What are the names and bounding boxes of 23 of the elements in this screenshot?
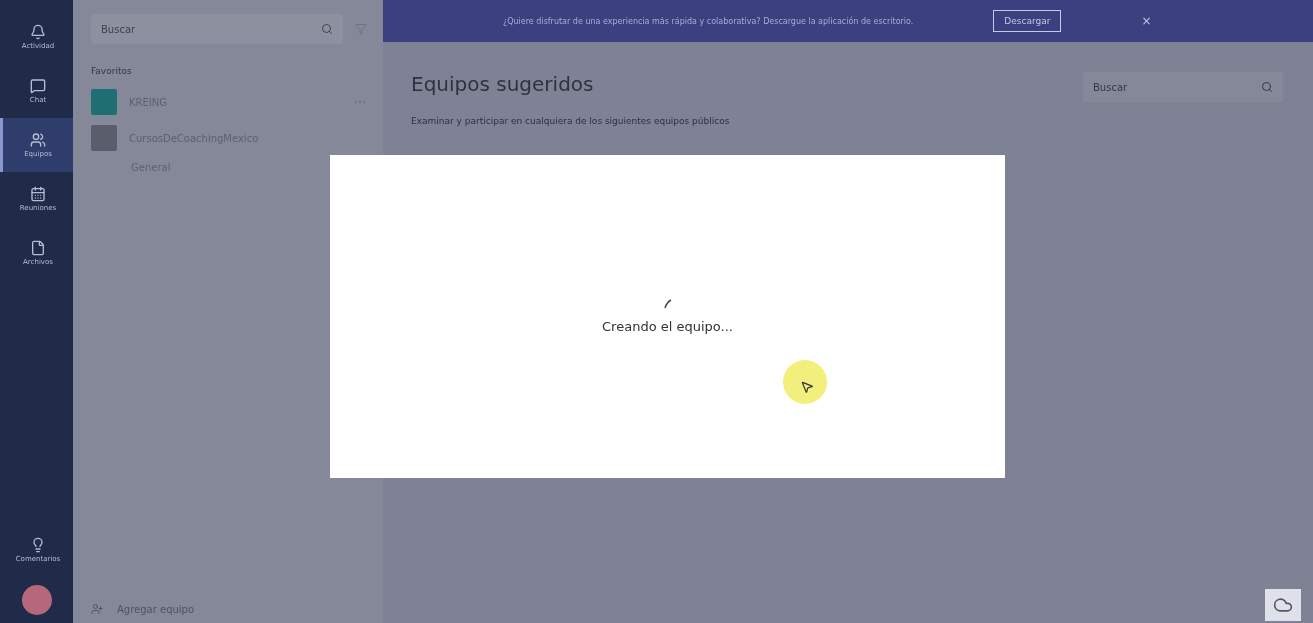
cloud-icon (1273, 595, 1293, 615)
search-icon (1261, 81, 1273, 93)
avatar[interactable] (21, 585, 52, 615)
search-field[interactable]: Buscar (91, 14, 343, 44)
search-icon (321, 23, 333, 35)
download-button[interactable]: Descargar (993, 10, 1062, 32)
calendar-icon (30, 186, 46, 202)
chat-icon (30, 78, 46, 94)
page-subtitle: Examinar y participar en cualquiera de los siguientes equipos públicos (411, 116, 731, 126)
add-user-icon (91, 603, 103, 615)
people-icon (30, 132, 46, 148)
file-icon (30, 240, 46, 256)
spinner-icon (663, 299, 672, 309)
pointer-icon (800, 380, 814, 394)
lightbulb-icon (30, 537, 46, 553)
section-label: Favoritos (91, 66, 133, 76)
close-button[interactable]: × (1141, 14, 1152, 28)
page-title: Equipos sugeridos (411, 72, 594, 98)
banner-text: ¿Quiere disfrutar de una experiencia más rápida y colaborativa? Descargue la aplicación de escritorio. (503, 16, 914, 26)
loading-message: Creando el equipo... (602, 319, 733, 334)
search-field[interactable]: Buscar (1083, 72, 1283, 102)
cloud-button[interactable] (1265, 589, 1301, 621)
bell-icon (30, 24, 46, 40)
